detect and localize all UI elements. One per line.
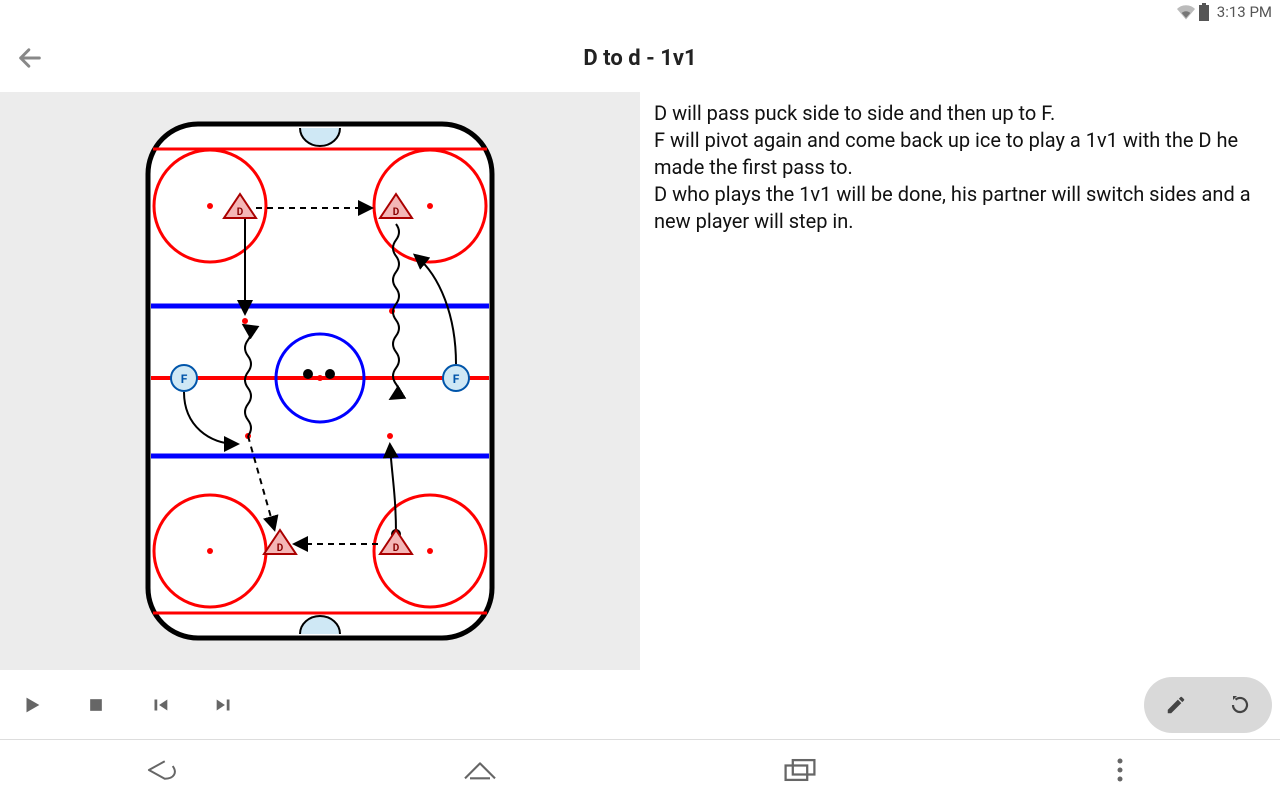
android-recent-icon <box>782 756 818 784</box>
skip-next-icon <box>213 694 235 716</box>
skip-previous-icon <box>149 694 171 716</box>
svg-text:D: D <box>393 207 400 218</box>
reset-button[interactable] <box>1208 677 1272 733</box>
nav-recent-button[interactable] <box>760 750 840 790</box>
android-nav-bar <box>0 739 1280 800</box>
player-f-left: F <box>171 365 197 391</box>
main-content: D D D D F F D will pass puck side to sid… <box>0 92 1280 670</box>
svg-text:D: D <box>393 543 400 554</box>
svg-text:F: F <box>453 372 460 386</box>
skip-next-button[interactable] <box>192 677 256 733</box>
play-icon <box>21 694 43 716</box>
android-back-icon <box>141 755 179 785</box>
back-button[interactable] <box>0 28 60 88</box>
drill-description: D will pass puck side to side and then u… <box>640 92 1280 670</box>
status-clock: 3:13 PM <box>1217 3 1272 21</box>
stop-icon <box>86 695 106 715</box>
playback-toolbar <box>0 670 1280 740</box>
header: D to d - 1v1 <box>0 24 1280 92</box>
page-title: D to d - 1v1 <box>60 46 1220 71</box>
svg-text:D: D <box>237 207 244 218</box>
svg-text:F: F <box>181 372 188 386</box>
edit-button[interactable] <box>1144 677 1208 733</box>
edit-controls <box>1144 677 1280 733</box>
battery-icon <box>1199 3 1209 21</box>
nav-home-button[interactable] <box>440 750 520 790</box>
play-button[interactable] <box>0 677 64 733</box>
rotate-icon <box>1228 693 1252 717</box>
back-icon <box>16 44 44 72</box>
svg-text:D: D <box>277 543 284 554</box>
player-f-right: F <box>443 365 469 391</box>
android-home-icon <box>460 756 500 784</box>
stop-button[interactable] <box>64 677 128 733</box>
status-bar: 3:13 PM <box>0 0 1280 24</box>
nav-more-button[interactable] <box>1080 750 1160 790</box>
rink-diagram: D D D D F F <box>140 116 500 646</box>
more-vert-icon <box>1115 756 1125 784</box>
skip-previous-button[interactable] <box>128 677 192 733</box>
drill-diagram-pane: D D D D F F <box>0 92 640 670</box>
nav-back-button[interactable] <box>120 750 200 790</box>
wifi-icon <box>1177 3 1195 21</box>
pencil-icon <box>1165 694 1187 716</box>
